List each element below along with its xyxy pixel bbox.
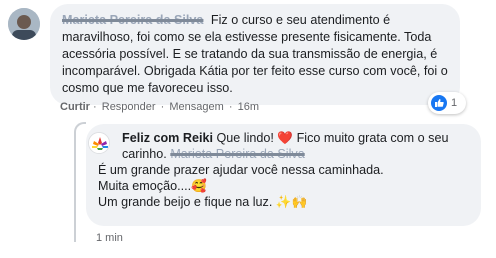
commenter-avatar[interactable] — [8, 8, 40, 40]
reply-button[interactable]: Responder — [102, 101, 156, 113]
like-button[interactable]: Curtir — [60, 101, 90, 113]
reaction-count: 1 — [451, 97, 458, 109]
separator: · — [93, 101, 97, 113]
thumbs-up-icon — [431, 95, 447, 111]
commenter-name[interactable]: Marieta Pereira da Silva — [62, 13, 203, 27]
message-button[interactable]: Mensagem — [169, 101, 223, 113]
reply-line-4: Um grande beijo e fique na luz. ✨🙌 — [98, 195, 308, 209]
reply-line-2: É um grande prazer ajudar você nessa cam… — [98, 163, 384, 177]
reply-thread-line — [74, 122, 86, 242]
comment-time[interactable]: 16m — [238, 101, 259, 113]
reply-time[interactable]: 1 min — [96, 232, 123, 244]
reaction-badge[interactable]: 1 — [428, 92, 466, 114]
reply-bubble: Feliz com Reiki Que lindo! ❤️ Fico muito… — [86, 124, 481, 226]
comment-bubble: Marieta Pereira da Silva Fiz o curso e s… — [50, 4, 460, 105]
reply-mention[interactable]: Marieta Pereira da Silva — [170, 147, 304, 161]
reply-author[interactable]: Feliz com Reiki — [122, 131, 213, 145]
reply-line-3: Muita emoção....🥰 — [98, 179, 207, 193]
separator: · — [228, 101, 233, 113]
page-avatar[interactable] — [88, 132, 110, 154]
comment-actions: Curtir · Responder · Mensagem · 16m — [60, 101, 261, 113]
separator: · — [160, 101, 165, 113]
